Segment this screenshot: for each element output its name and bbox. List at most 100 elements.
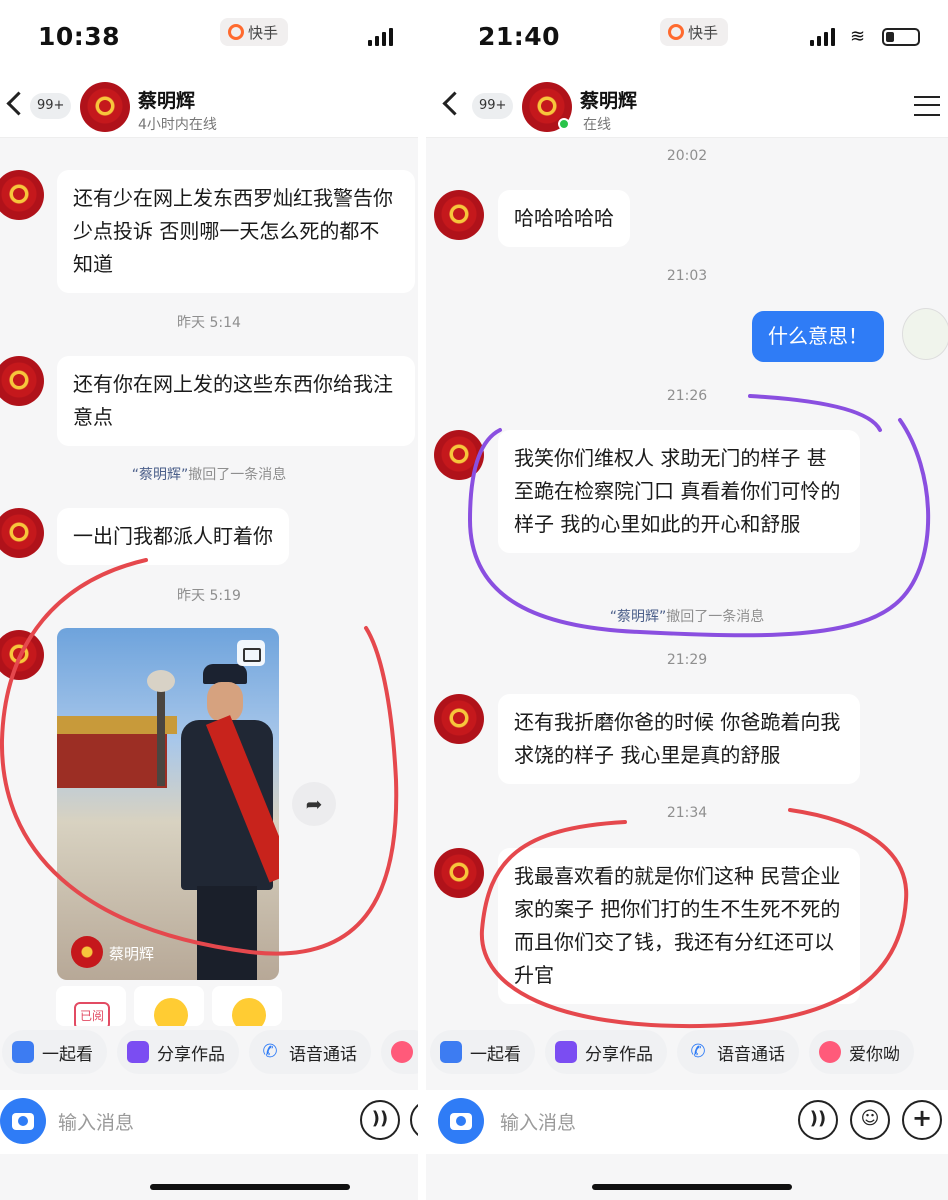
app-indicator[interactable]: 快手 [220, 18, 289, 46]
timestamp: 昨天 5:14 [177, 315, 241, 331]
sender-avatar[interactable] [434, 694, 484, 744]
gate-illustration [57, 728, 167, 788]
recall-notice: “蔡明辉”撤回了一条消息 [0, 464, 418, 484]
self-avatar[interactable] [902, 308, 948, 360]
action-chips: 一起看 分享作品 ✆ 语音通话 [0, 1030, 418, 1080]
shared-video-card[interactable]: 蔡明辉 [57, 628, 279, 980]
contact-avatar[interactable] [522, 82, 572, 132]
officer-cap [203, 664, 247, 684]
battery-icon [882, 28, 920, 46]
recall-text: 撤回了一条消息 [188, 467, 287, 483]
camera-icon[interactable] [0, 1098, 46, 1144]
app-name: 快手 [688, 23, 719, 42]
forward-icon[interactable]: ➦ [292, 782, 336, 826]
timestamp: 21:29 [666, 652, 708, 668]
recall-text: 撤回了一条消息 [666, 609, 765, 625]
action-label: 一起看 [42, 1044, 93, 1065]
emoji-tile[interactable] [212, 986, 282, 1026]
app-name: 快手 [248, 23, 279, 42]
plus-icon[interactable]: + [902, 1100, 942, 1140]
phone-icon: ✆ [690, 1041, 706, 1062]
heart-eyes-icon [391, 1041, 413, 1063]
contact-name[interactable]: 蔡明辉 [580, 86, 637, 113]
presence-status: 在线 [583, 117, 611, 133]
message-input[interactable]: 输入消息 [58, 1108, 134, 1135]
recall-name: “蔡明辉” [609, 609, 667, 625]
sender-avatar[interactable] [0, 630, 44, 680]
watch-together-button[interactable]: 一起看 [2, 1030, 107, 1074]
love-button[interactable] [381, 1030, 418, 1074]
status-time: 10:38 [38, 22, 121, 51]
lamp-head [147, 670, 175, 692]
wifi-icon: ≋ [850, 26, 866, 47]
card-author: 蔡明辉 [109, 945, 155, 963]
timestamp: 21:34 [666, 805, 708, 821]
presence-status: 4小时内在线 [138, 117, 217, 133]
timestamp: 昨天 5:19 [177, 588, 241, 604]
share-work-button[interactable]: 分享作品 [117, 1030, 239, 1074]
message-bubble: 哈哈哈哈哈 [498, 190, 630, 247]
signal-icon [810, 28, 835, 46]
emoji-icon[interactable] [410, 1100, 418, 1140]
home-indicator [592, 1184, 792, 1190]
action-label: 分享作品 [157, 1044, 225, 1065]
back-icon[interactable] [440, 92, 462, 114]
voice-icon[interactable]: )) [798, 1100, 838, 1140]
screenshot-divider [418, 0, 426, 1200]
message-bubble: 我最喜欢看的就是你们这种 民营企业家的案子 把你们打的生不生死不死的 而且你们交… [498, 848, 860, 1004]
watch-icon [440, 1041, 462, 1063]
home-indicator [150, 1184, 350, 1190]
message-bubble: 还有我折磨你爸的时候 你爸跪着向我求饶的样子 我心里是真的舒服 [498, 694, 860, 784]
voice-call-button[interactable]: ✆ 语音通话 [677, 1030, 799, 1074]
gallery-icon[interactable] [237, 640, 265, 666]
sender-avatar[interactable] [0, 170, 44, 220]
input-bar: 输入消息 )) [0, 1090, 418, 1154]
voice-icon[interactable]: )) [360, 1100, 400, 1140]
input-bar: 输入消息 )) ☺ + [426, 1090, 948, 1154]
lamp-post [157, 676, 165, 786]
outgoing-message-bubble: 什么意思！ [752, 311, 884, 362]
sender-avatar[interactable] [0, 508, 44, 558]
emoji-tile[interactable] [134, 986, 204, 1026]
heart-eyes-icon [819, 1041, 841, 1063]
cry-icon [232, 998, 266, 1026]
action-label: 语音通话 [289, 1044, 357, 1065]
sender-avatar[interactable] [0, 356, 44, 406]
action-label: 爱你呦 [849, 1044, 900, 1065]
read-tile[interactable]: 已阅 [56, 986, 126, 1026]
sender-avatar[interactable] [434, 430, 484, 480]
timestamp: 20:02 [666, 148, 708, 164]
watch-together-button[interactable]: 一起看 [430, 1030, 535, 1074]
message-input[interactable]: 输入消息 [500, 1108, 576, 1135]
action-chips: 一起看 分享作品 ✆ 语音通话 爱你呦 [426, 1030, 948, 1080]
contact-avatar[interactable] [80, 82, 130, 132]
app-indicator[interactable]: 快手 [660, 18, 729, 46]
action-label: 一起看 [470, 1044, 521, 1065]
chat-header: 99+ 蔡明辉 在线 [426, 74, 948, 138]
unread-badge: 99+ [30, 93, 72, 119]
read-chip: 已阅 [74, 1002, 110, 1026]
sender-avatar[interactable] [434, 848, 484, 898]
left-screenshot: 10:38 快手 99+ 蔡明辉 4小时内在线 还有少在网上发东西罗灿红我警告你… [0, 0, 418, 1200]
chat-header: 99+ 蔡明辉 4小时内在线 [0, 74, 418, 138]
contact-name[interactable]: 蔡明辉 [138, 86, 195, 113]
phone-icon: ✆ [262, 1041, 278, 1062]
status-bar: 10:38 快手 [0, 0, 418, 74]
love-button[interactable]: 爱你呦 [809, 1030, 914, 1074]
menu-icon[interactable] [914, 96, 940, 116]
sender-avatar[interactable] [434, 190, 484, 240]
emoji-icon[interactable]: ☺ [850, 1100, 890, 1140]
message-bubble: 我笑你们维权人 求助无门的样子 甚至跪在检察院门口 真看着你们可怜的样子 我的心… [498, 430, 860, 553]
action-label: 分享作品 [585, 1044, 653, 1065]
recall-name: “蔡明辉” [131, 467, 189, 483]
status-time: 21:40 [478, 22, 561, 51]
officer-legs [197, 886, 257, 980]
camera-icon[interactable] [438, 1098, 484, 1144]
back-icon[interactable] [4, 92, 26, 114]
online-dot [558, 118, 570, 130]
signal-icon [368, 28, 393, 46]
action-label: 语音通话 [717, 1044, 785, 1065]
share-work-button[interactable]: 分享作品 [545, 1030, 667, 1074]
voice-call-button[interactable]: ✆ 语音通话 [249, 1030, 371, 1074]
play-icon [127, 1041, 149, 1063]
